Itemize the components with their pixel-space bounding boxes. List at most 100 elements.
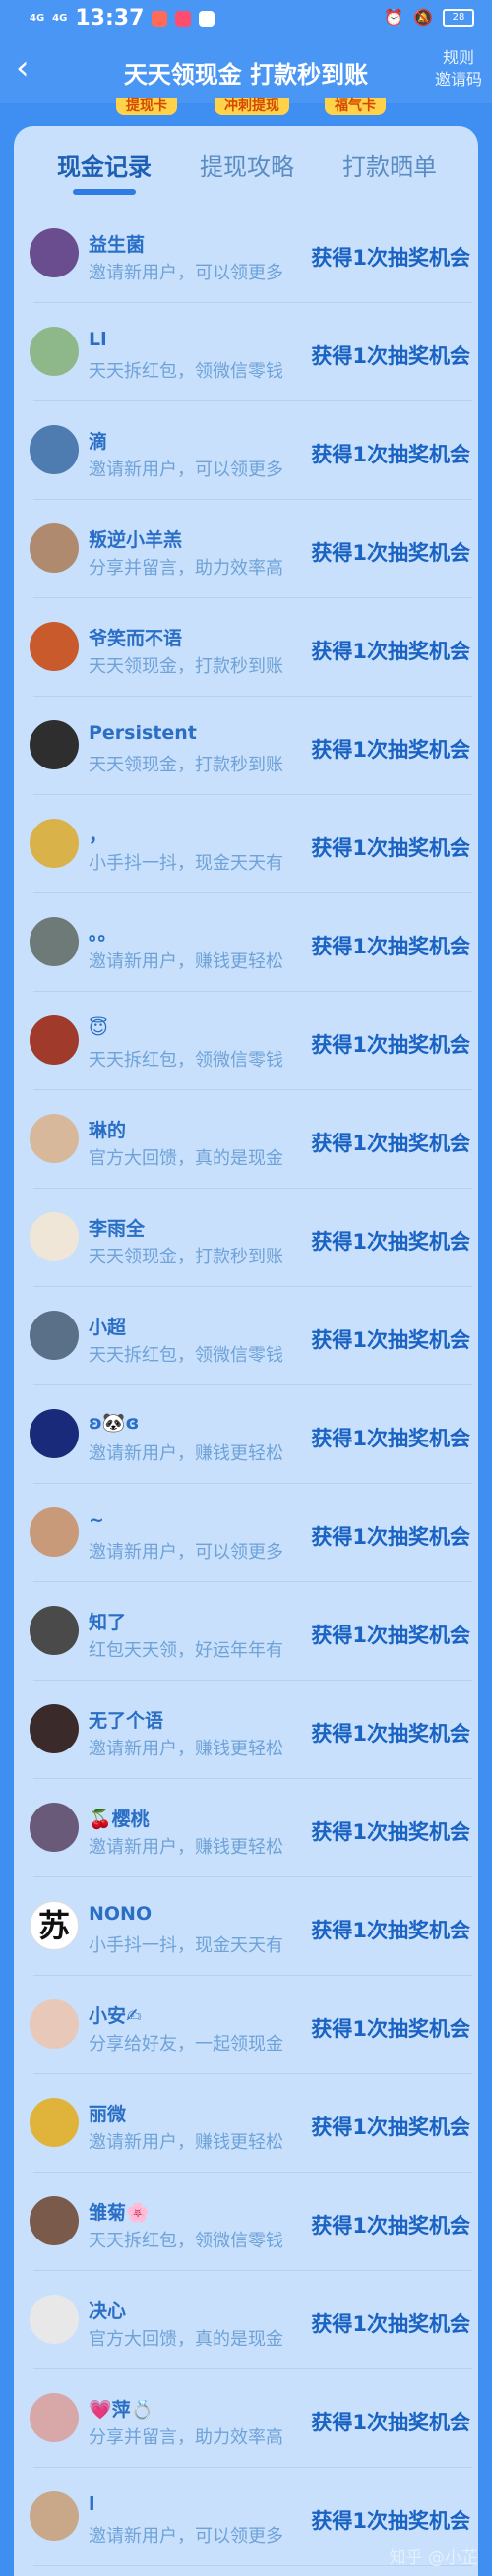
user-name: l [89,2493,95,2515]
badge-sprint-withdraw[interactable]: 冲刺提现 [215,98,289,115]
list-item: 苏 NONO 小手抖一抖，现金天天有 获得1次抽奖机会 [14,1877,478,1976]
avatar[interactable] [30,2196,79,2245]
avatar[interactable] [30,2098,79,2147]
user-name: 决心 [89,2300,127,2322]
status-left: 4G 4G 13:37 [30,6,215,31]
record-description: 分享并留言，助力效率高 [89,558,283,579]
badge-withdraw-card[interactable]: 提现卡 [116,98,177,115]
reward-text: 获得1次抽奖机会 [311,2509,470,2533]
user-name: 雏菊🌸 [89,2202,150,2224]
status-bar: 4G 4G 13:37 ⏰ 🔕 28 [0,0,492,37]
record-description: 红包天天领，好运年年有 [89,1640,283,1661]
list-item: 💗萍💍 分享并留言，助力效率高 获得1次抽奖机会 [14,2369,478,2468]
record-description: 邀请新用户，赚钱更轻松 [89,2132,283,2153]
record-description: 分享给好友，一起领现金 [89,2034,283,2055]
list-item: 琳的 官方大回馈，真的是现金 获得1次抽奖机会 [14,1090,478,1189]
record-description: 小手抖一抖，现金天天有 [89,1935,283,1956]
list-item: 😇 天天拆红包，领微信零钱 获得1次抽奖机会 [14,992,478,1090]
user-name: 😇 [89,1017,108,1039]
user-name: ， [89,825,108,846]
reward-text: 获得1次抽奖机会 [311,1525,470,1549]
record-description: 天天拆红包，领微信零钱 [89,361,283,382]
user-name: Persistent [89,722,197,744]
records-card: 现金记录 提现攻略 打款晒单 益生菌 邀请新用户，可以领更多 获得1次抽奖机会 Ll 天… [14,126,478,2576]
list-item: 。。 邀请新用户，赚钱更轻松 获得1次抽奖机会 [14,893,478,992]
list-item: 小安✍ 分享给好友，一起领现金 获得1次抽奖机会 [14,1976,478,2074]
avatar[interactable] [30,1114,79,1163]
reward-text: 获得1次抽奖机会 [311,1033,470,1057]
record-description: 邀请新用户，赚钱更轻松 [89,1837,283,1858]
tab-withdraw-guide[interactable]: 提现攻略 [173,148,321,182]
record-description: 天天领现金，打款秒到账 [89,755,283,775]
reward-text: 获得1次抽奖机会 [311,443,470,466]
list-item: 益生菌 邀请新用户，可以领更多 获得1次抽奖机会 [14,205,478,303]
avatar[interactable] [30,720,79,769]
rules-link[interactable]: 规则 [435,47,482,69]
page-title: 天天领现金 打款秒到账 [123,61,369,89]
record-description: 官方大回馈，真的是现金 [89,2329,283,2350]
mute-icon: 🔕 [413,8,433,27]
avatar[interactable] [30,622,79,671]
list-item: Persistent 天天领现金，打款秒到账 获得1次抽奖机会 [14,697,478,795]
avatar[interactable] [30,523,79,573]
user-name: 🍒樱桃 [89,1809,150,1830]
badge-lucky-card[interactable]: 福气卡 [325,98,386,115]
avatar[interactable] [30,1999,79,2049]
record-description: 天天领现金，打款秒到账 [89,1247,283,1267]
avatar[interactable] [30,1212,79,1261]
invite-code-link[interactable]: 邀请码 [435,69,482,91]
avatar[interactable] [30,2393,79,2442]
app-notification-icon [152,10,168,27]
network-indicator-1: 4G [30,12,45,24]
tab-payment-showcase[interactable]: 打款晒单 [316,148,463,182]
nav-bar: ‹ 天天领现金 打款秒到账 规则 邀请码 [0,37,492,103]
avatar[interactable] [30,1803,79,1852]
avatar[interactable] [30,917,79,966]
reward-text: 获得1次抽奖机会 [311,246,470,270]
record-description: 分享并留言，助力效率高 [89,2427,283,2448]
user-name: 叛逆小羊羔 [89,529,183,551]
reward-text: 获得1次抽奖机会 [311,1820,470,1844]
reward-text: 获得1次抽奖机会 [311,1427,470,1450]
avatar[interactable] [30,1704,79,1753]
list-item: 决心 官方大回馈，真的是现金 获得1次抽奖机会 [14,2271,478,2369]
record-description: 天天拆红包，领微信零钱 [89,2231,283,2251]
user-name: 无了个语 [89,1710,164,1732]
avatar[interactable] [30,228,79,277]
battery-icon: 28 [443,8,474,27]
tab-bar: 现金记录 提现攻略 打款晒单 [14,126,478,205]
reward-text: 获得1次抽奖机会 [311,738,470,762]
record-description: 邀请新用户，赚钱更轻松 [89,1443,283,1464]
alarm-icon: ⏰ [384,8,404,27]
reward-text: 获得1次抽奖机会 [311,1919,470,1942]
reward-text: 获得1次抽奖机会 [311,836,470,860]
user-name: 滴 [89,431,108,453]
reward-text: 获得1次抽奖机会 [311,2116,470,2139]
reward-text: 获得1次抽奖机会 [311,1230,470,1254]
reward-text: 获得1次抽奖机会 [311,344,470,368]
reward-text: 获得1次抽奖机会 [311,1132,470,1155]
list-item: ~ 邀请新用户，可以领更多 获得1次抽奖机会 [14,1484,478,1582]
avatar[interactable] [30,2491,79,2541]
list-item: 知了 红包天天领，好运年年有 获得1次抽奖机会 [14,1582,478,1681]
reward-text: 获得1次抽奖机会 [311,640,470,663]
avatar[interactable] [30,327,79,376]
list-item: 叛逆小羊羔 分享并留言，助力效率高 获得1次抽奖机会 [14,500,478,598]
user-name: ~ [89,1509,104,1531]
tab-cash-records[interactable]: 现金记录 [31,148,178,182]
avatar[interactable] [30,1409,79,1458]
avatar[interactable] [30,819,79,868]
list-item: 丽微 邀请新用户，赚钱更轻松 获得1次抽奖机会 [14,2074,478,2173]
avatar[interactable] [30,425,79,474]
avatar[interactable] [30,1606,79,1655]
rules-invite-links[interactable]: 规则 邀请码 [435,47,482,91]
user-name: 知了 [89,1612,127,1633]
avatar[interactable] [30,1015,79,1065]
avatar[interactable] [30,1507,79,1557]
avatar[interactable]: 苏 [30,1901,79,1950]
app-notification-icon [199,10,215,27]
avatar[interactable] [30,1311,79,1360]
user-name: Ll [89,329,107,350]
reward-text: 获得1次抽奖机会 [311,935,470,958]
avatar[interactable] [30,2295,79,2344]
